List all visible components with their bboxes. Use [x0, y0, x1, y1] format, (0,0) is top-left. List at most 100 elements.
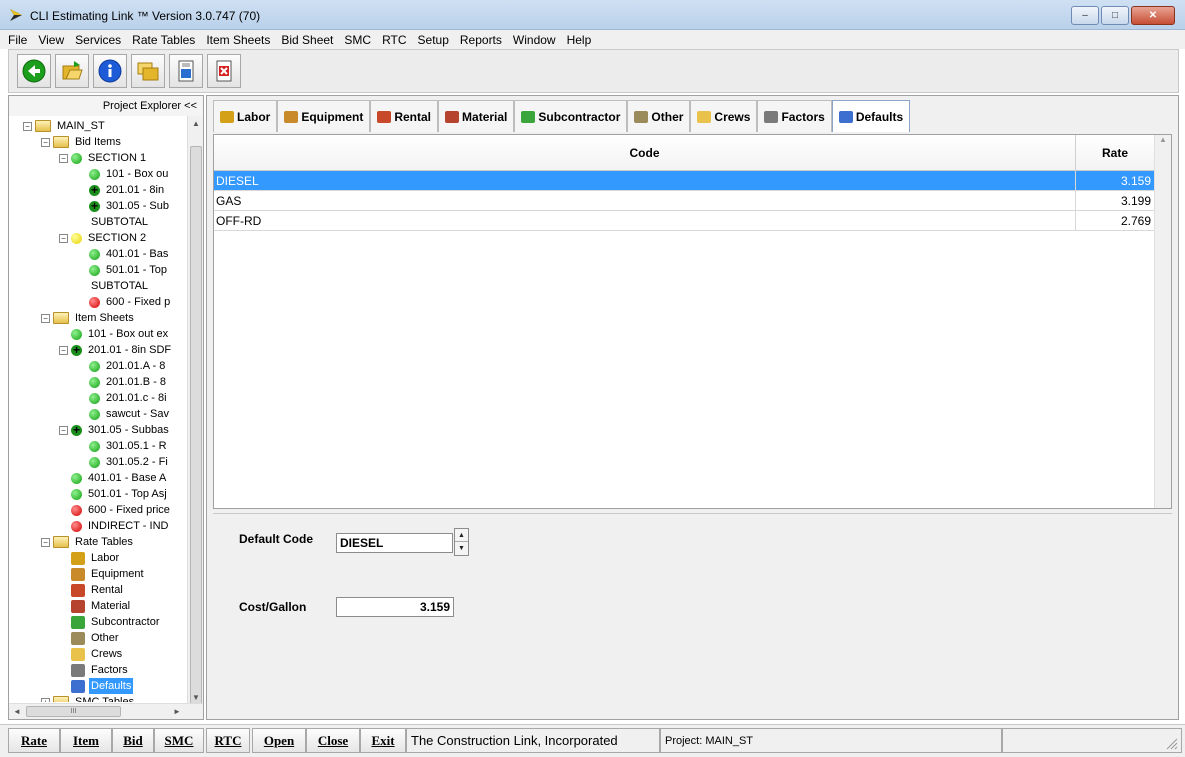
menu-help[interactable]: Help [567, 33, 592, 47]
bid-button[interactable]: Bid [112, 728, 154, 753]
menu-item-sheets[interactable]: Item Sheets [206, 33, 270, 47]
collapse-icon[interactable]: − [59, 233, 68, 243]
open-project-button[interactable]: Open [252, 728, 306, 753]
tab-material[interactable]: Material [438, 100, 515, 132]
maximize-button[interactable]: □ [1101, 6, 1129, 25]
tab-defaults[interactable]: Defaults [831, 100, 911, 132]
table-row[interactable]: DIESEL 3.159 [214, 171, 1155, 191]
project-tree[interactable]: − MAIN_ST − Bid Items − SECTION 1 101 - Box ou… [9, 118, 189, 702]
tree-node[interactable]: SUBTOTAL [89, 278, 150, 294]
tree-node[interactable]: 501.01 - Top [89, 262, 169, 278]
tree-node[interactable]: 301.05.2 - Fi [89, 454, 170, 470]
menu-smc[interactable]: SMC [344, 33, 371, 47]
close-project-status-button[interactable]: Close [306, 728, 360, 753]
save-button[interactable] [169, 54, 203, 88]
tree-node[interactable]: − Rate Tables [41, 534, 135, 550]
spinner-down-icon[interactable]: ▼ [455, 542, 468, 555]
menu-reports[interactable]: Reports [460, 33, 502, 47]
collapse-icon[interactable]: − [41, 537, 50, 547]
tree-node[interactable]: − SECTION 2 [59, 230, 148, 246]
tab-factors[interactable]: Factors [757, 100, 832, 132]
cost-gallon-field[interactable]: 3.159 [336, 597, 454, 617]
scroll-left-icon[interactable]: ◄ [9, 704, 25, 720]
menu-setup[interactable]: Setup [418, 33, 449, 47]
tree-node[interactable]: 501.01 - Top Asj [71, 486, 169, 502]
table-row[interactable]: GAS 3.199 [214, 191, 1155, 211]
tab-rental[interactable]: Rental [370, 100, 439, 132]
expand-icon[interactable]: + [41, 697, 50, 702]
column-header-code[interactable]: Code [214, 135, 1076, 170]
tree-node[interactable]: Rental [71, 582, 125, 598]
scroll-right-icon[interactable]: ► [169, 704, 185, 720]
tree-node[interactable]: 201.01.B - 8 [89, 374, 168, 390]
spinner-up-icon[interactable]: ▲ [455, 529, 468, 542]
menu-services[interactable]: Services [75, 33, 121, 47]
collapse-icon[interactable]: − [59, 153, 68, 163]
tree-vertical-scrollbar[interactable]: ▲ ▼ [187, 116, 204, 716]
column-header-rate[interactable]: Rate [1076, 135, 1155, 170]
tree-node[interactable]: 101 - Box ou [89, 166, 170, 182]
collapse-icon[interactable]: − [41, 137, 50, 147]
close-project-button[interactable] [207, 54, 241, 88]
tree-node[interactable]: 201.01.A - 8 [89, 358, 167, 374]
project-explorer-header[interactable]: Project Explorer << [9, 96, 203, 116]
tree-node[interactable]: Crews [71, 646, 124, 662]
tree-node[interactable]: Other [71, 630, 121, 646]
tree-node[interactable]: + SMC Tables [41, 694, 136, 702]
close-button[interactable]: ✕ [1131, 6, 1175, 25]
tree-node[interactable]: 201.01.c - 8i [89, 390, 169, 406]
default-code-field[interactable]: DIESEL [336, 533, 453, 553]
tree-node[interactable]: SUBTOTAL [89, 214, 150, 230]
tree-node[interactable]: 600 - Fixed price [71, 502, 172, 518]
tree-node[interactable]: Subcontractor [71, 614, 161, 630]
collapse-icon[interactable]: − [59, 425, 68, 435]
smc-button[interactable]: SMC [154, 728, 204, 753]
exit-button[interactable]: Exit [360, 728, 406, 753]
menu-window[interactable]: Window [513, 33, 556, 47]
tab-equipment[interactable]: Equipment [277, 100, 371, 132]
collapse-icon[interactable]: − [59, 345, 68, 355]
tree-scroll-thumb[interactable] [190, 146, 202, 716]
tree-node[interactable]: INDIRECT - IND [71, 518, 170, 534]
tab-crews[interactable]: Crews [690, 100, 758, 132]
tree-horizontal-scrollbar[interactable]: ◄ III ► [9, 703, 203, 719]
tree-node[interactable]: 101 - Box out ex [71, 326, 170, 342]
minimize-button[interactable]: – [1071, 6, 1099, 25]
tree-node[interactable]: − SECTION 1 [59, 150, 148, 166]
menu-file[interactable]: File [8, 33, 27, 47]
collapse-icon[interactable]: − [41, 313, 50, 323]
collapse-icon[interactable]: − [23, 121, 32, 131]
tree-node[interactable]: Defaults [71, 678, 134, 694]
tree-node[interactable]: − Bid Items [41, 134, 123, 150]
menu-view[interactable]: View [38, 33, 64, 47]
tree-node[interactable]: − 301.05 - Subbas [59, 422, 171, 438]
resize-grip-icon[interactable] [1164, 736, 1178, 750]
menu-rate-tables[interactable]: Rate Tables [132, 33, 195, 47]
folders-button[interactable] [131, 54, 165, 88]
tree-hscroll-thumb[interactable]: III [26, 706, 121, 717]
table-row[interactable]: OFF-RD 2.769 [214, 211, 1155, 231]
menu-rtc[interactable]: RTC [382, 33, 406, 47]
item-button[interactable]: Item [60, 728, 112, 753]
menu-bid-sheet[interactable]: Bid Sheet [281, 33, 333, 47]
tree-node[interactable]: Factors [71, 662, 130, 678]
tree-node[interactable]: Equipment [71, 566, 146, 582]
tree-node[interactable]: − MAIN_ST [23, 118, 107, 134]
tree-node[interactable]: 301.05 - Sub [89, 198, 171, 214]
tree-node[interactable]: sawcut - Sav [89, 406, 171, 422]
tree-node[interactable]: 401.01 - Base A [71, 470, 168, 486]
tab-other[interactable]: Other [627, 100, 691, 132]
grid-vertical-scrollbar[interactable]: ▲ [1154, 135, 1171, 508]
tree-node[interactable]: Labor [71, 550, 121, 566]
tree-node[interactable]: − Item Sheets [41, 310, 136, 326]
tree-node[interactable]: 201.01 - 8in [89, 182, 166, 198]
scroll-up-icon[interactable]: ▲ [188, 116, 204, 132]
tree-node[interactable]: Material [71, 598, 132, 614]
back-button[interactable] [17, 54, 51, 88]
info-button[interactable] [93, 54, 127, 88]
tree-node[interactable]: − 201.01 - 8in SDF [59, 342, 173, 358]
tree-node[interactable]: 600 - Fixed p [89, 294, 172, 310]
tree-node[interactable]: 401.01 - Bas [89, 246, 170, 262]
rate-button[interactable]: Rate [8, 728, 60, 753]
tab-subcontractor[interactable]: Subcontractor [514, 100, 628, 132]
